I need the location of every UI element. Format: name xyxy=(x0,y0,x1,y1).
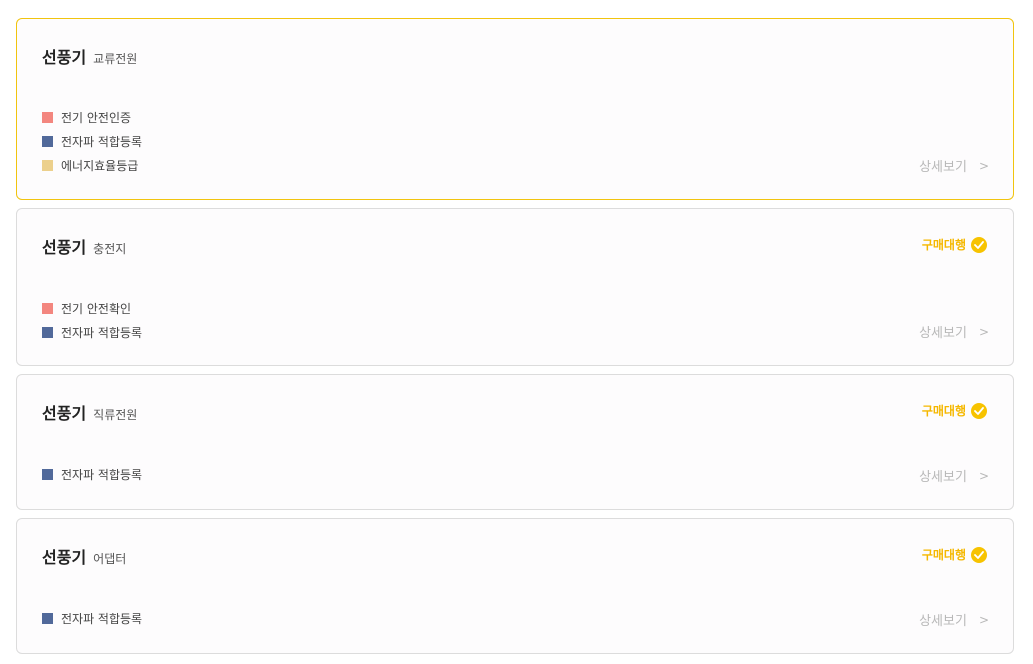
card-title: 선풍기 직류전원 xyxy=(42,400,137,424)
product-type: 어댑터 xyxy=(93,552,127,566)
blue-square-icon xyxy=(42,468,53,480)
check-circle-icon xyxy=(971,236,987,253)
yellow-square-icon xyxy=(42,159,53,171)
red-square-icon xyxy=(42,111,53,123)
purchase-agent-badge: 구매대행 xyxy=(922,236,987,253)
red-square-icon xyxy=(42,302,53,314)
cert-item: 전자파 적합등록 xyxy=(42,462,142,486)
cert-item: 에너지효율등급 xyxy=(42,153,142,177)
cert-list: 전자파 적합등록 xyxy=(42,462,142,486)
check-circle-icon xyxy=(971,402,987,419)
cert-label: 에너지효율등급 xyxy=(61,158,139,173)
cert-label: 전자파 적합등록 xyxy=(61,325,143,340)
chevron-right-icon: > xyxy=(978,468,989,483)
detail-link[interactable]: 상세보기 > xyxy=(919,610,989,630)
product-type: 충전지 xyxy=(93,242,127,256)
chevron-right-icon: > xyxy=(978,612,989,627)
badge-label: 구매대행 xyxy=(921,404,966,418)
product-card-dc-power[interactable]: 선풍기 직류전원 구매대행 전자파 적합등록 상세보기 > xyxy=(16,374,1014,510)
product-card-ac-power[interactable]: 선풍기 교류전원 전기 안전인증 전자파 적합등록 에너지효율등급 상세보기 > xyxy=(16,18,1014,200)
product-name: 선풍기 xyxy=(42,548,87,567)
detail-label: 상세보기 xyxy=(919,470,967,485)
product-type: 교류전원 xyxy=(93,52,138,66)
product-name: 선풍기 xyxy=(42,404,87,423)
product-card-battery[interactable]: 선풍기 충전지 구매대행 전기 안전확인 전자파 적합등록 상세보기 > xyxy=(16,208,1014,366)
card-title: 선풍기 어댑터 xyxy=(42,544,126,568)
product-name: 선풍기 xyxy=(42,238,87,257)
blue-square-icon xyxy=(42,326,53,338)
detail-label: 상세보기 xyxy=(919,614,967,629)
detail-link[interactable]: 상세보기 > xyxy=(919,156,989,176)
cert-item: 전자파 적합등록 xyxy=(42,606,142,630)
card-title: 선풍기 충전지 xyxy=(42,234,126,258)
cert-item: 전기 안전확인 xyxy=(42,296,142,320)
cert-item: 전기 안전인증 xyxy=(42,105,142,129)
product-type: 직류전원 xyxy=(93,408,138,422)
product-name: 선풍기 xyxy=(42,48,87,67)
cert-item: 전자파 적합등록 xyxy=(42,129,142,153)
check-circle-icon xyxy=(971,546,987,563)
card-title: 선풍기 교류전원 xyxy=(42,44,137,68)
cert-list: 전자파 적합등록 xyxy=(42,606,142,630)
purchase-agent-badge: 구매대행 xyxy=(922,546,987,563)
badge-label: 구매대행 xyxy=(921,548,966,562)
cert-list: 전기 안전확인 전자파 적합등록 xyxy=(42,296,142,344)
cert-label: 전자파 적합등록 xyxy=(61,611,143,626)
cert-label: 전기 안전확인 xyxy=(61,301,132,316)
cert-label: 전기 안전인증 xyxy=(61,110,132,125)
detail-label: 상세보기 xyxy=(919,326,967,341)
blue-square-icon xyxy=(42,612,53,624)
purchase-agent-badge: 구매대행 xyxy=(922,402,987,419)
cert-label: 전자파 적합등록 xyxy=(61,134,143,149)
blue-square-icon xyxy=(42,135,53,147)
cert-item: 전자파 적합등록 xyxy=(42,320,142,344)
detail-label: 상세보기 xyxy=(919,160,967,175)
cert-label: 전자파 적합등록 xyxy=(61,467,143,482)
badge-label: 구매대행 xyxy=(921,238,966,252)
detail-link[interactable]: 상세보기 > xyxy=(919,466,989,486)
cert-list: 전기 안전인증 전자파 적합등록 에너지효율등급 xyxy=(42,105,142,177)
detail-link[interactable]: 상세보기 > xyxy=(919,322,989,342)
product-card-adapter[interactable]: 선풍기 어댑터 구매대행 전자파 적합등록 상세보기 > xyxy=(16,518,1014,654)
chevron-right-icon: > xyxy=(978,324,989,339)
chevron-right-icon: > xyxy=(978,158,989,173)
